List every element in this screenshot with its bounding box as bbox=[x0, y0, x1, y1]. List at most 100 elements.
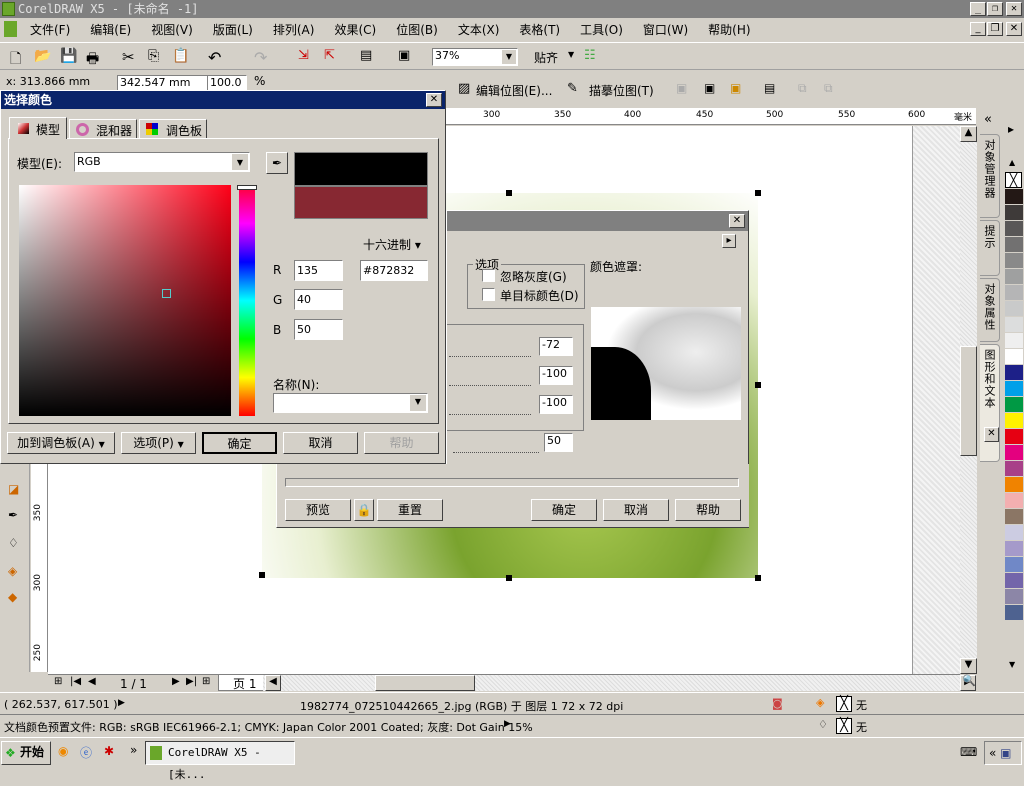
edit-bitmap-button[interactable]: 编辑位图(E)... bbox=[476, 82, 552, 99]
menu-help[interactable]: 帮助(H) bbox=[708, 21, 750, 38]
palette-swatch[interactable] bbox=[1005, 237, 1023, 253]
add-page-before-icon[interactable]: ⊞ bbox=[54, 676, 62, 687]
application-launcher-icon[interactable]: ▤ bbox=[360, 48, 378, 66]
interactive-fill-icon[interactable]: ◆ bbox=[8, 590, 17, 604]
palette-swatch[interactable] bbox=[1005, 301, 1023, 317]
g-input[interactable]: 40 bbox=[294, 289, 343, 310]
palette-swatch[interactable] bbox=[1005, 365, 1023, 381]
palette-swatch[interactable] bbox=[1005, 285, 1023, 301]
minimize-button[interactable]: _ bbox=[970, 2, 986, 16]
ignore-gray-checkbox[interactable] bbox=[482, 269, 495, 282]
palette-swatch[interactable] bbox=[1005, 221, 1023, 237]
menu-tools[interactable]: 工具(O) bbox=[580, 21, 623, 38]
tab-mixers[interactable]: 混和器 bbox=[69, 119, 137, 139]
options-icon[interactable]: ☷ bbox=[584, 48, 602, 66]
palette-menu-icon[interactable]: ▸ bbox=[1008, 122, 1014, 136]
docker-tab-graphics-and-text[interactable]: 图形和文本 bbox=[980, 344, 1000, 462]
scroll-left-button[interactable]: ◀ bbox=[265, 675, 281, 691]
hue-slider[interactable] bbox=[239, 185, 255, 416]
reset-button[interactable]: 重置 bbox=[377, 499, 443, 521]
chevron-down-icon[interactable]: ▼ bbox=[502, 50, 516, 64]
color-field[interactable] bbox=[19, 185, 231, 416]
chevron-down-icon[interactable]: ▼ bbox=[568, 50, 574, 59]
horizontal-ruler[interactable]: 300 350 400 450 500 550 600 毫米 bbox=[446, 108, 976, 125]
start-button[interactable]: ❖ 开始 bbox=[1, 741, 51, 765]
model-select[interactable]: RGB ▼ bbox=[74, 152, 250, 172]
palette-swatch[interactable] bbox=[1005, 429, 1023, 445]
tolerance-main-slider[interactable] bbox=[453, 433, 539, 453]
mask-help-button[interactable]: 帮助 bbox=[675, 499, 741, 521]
docker-tab-object-manager[interactable]: 对象管理器 bbox=[980, 134, 1000, 218]
cancel-button[interactable]: 取消 bbox=[283, 432, 358, 454]
tab-palettes[interactable]: 调色板 bbox=[139, 119, 207, 139]
r-input[interactable]: 135 bbox=[294, 260, 343, 281]
add-to-palette-button[interactable]: 加到调色板(A) ▼ bbox=[7, 432, 115, 454]
last-page-icon[interactable]: ▶| bbox=[186, 676, 197, 687]
scroll-thumb[interactable] bbox=[960, 346, 977, 456]
restore-button[interactable]: ❐ bbox=[987, 2, 1003, 16]
color-picker-marker[interactable] bbox=[162, 289, 171, 298]
no-color-swatch[interactable]: ╳ bbox=[1005, 172, 1022, 188]
no-outline-swatch[interactable]: ╳ bbox=[836, 718, 852, 734]
bitmap-color-mask-icon[interactable]: ▣ bbox=[730, 81, 741, 95]
palette-swatch[interactable] bbox=[1005, 205, 1023, 221]
selection-handle[interactable] bbox=[755, 575, 761, 581]
palette-swatch[interactable] bbox=[1005, 541, 1023, 557]
tolerance-main-input[interactable]: 50 bbox=[544, 433, 573, 452]
menu-window[interactable]: 窗口(W) bbox=[643, 21, 688, 38]
keyboard-icon[interactable]: ⌨ bbox=[960, 745, 977, 759]
doc-restore-button[interactable]: ❐ bbox=[987, 22, 1003, 36]
zoom-navigator-icon[interactable]: 🔍 bbox=[962, 674, 976, 687]
name-select[interactable]: ▼ bbox=[273, 393, 428, 413]
import-icon[interactable]: ⇲ bbox=[298, 48, 316, 66]
paste-icon[interactable]: 📋 bbox=[172, 48, 190, 66]
new-icon[interactable]: 🗋 bbox=[10, 48, 28, 67]
internet-explorer-icon[interactable]: ⓔ bbox=[80, 744, 92, 761]
trace-bitmap-button[interactable]: 描摹位图(T) bbox=[589, 82, 654, 99]
close-button[interactable]: ✕ bbox=[1006, 2, 1022, 16]
menu-layout[interactable]: 版面(L) bbox=[213, 21, 253, 38]
export-icon[interactable]: ⇱ bbox=[324, 48, 342, 66]
palette-swatch[interactable] bbox=[1005, 509, 1023, 525]
menu-edit[interactable]: 编辑(E) bbox=[90, 21, 131, 38]
tab-model[interactable]: 模型 bbox=[9, 117, 67, 139]
first-page-icon[interactable]: |◀ bbox=[70, 676, 81, 687]
cut-icon[interactable]: ✂ bbox=[122, 48, 140, 66]
menu-text[interactable]: 文本(X) bbox=[458, 21, 500, 38]
no-fill-swatch[interactable]: ╳ bbox=[836, 696, 852, 712]
docker-tab-hints[interactable]: 提示 bbox=[980, 220, 1000, 276]
palette-swatch[interactable] bbox=[1005, 333, 1023, 349]
resample-icon[interactable]: ▣ bbox=[704, 81, 715, 95]
options-button[interactable]: 选项(P) ▼ bbox=[121, 432, 196, 454]
palette-swatch[interactable] bbox=[1005, 253, 1023, 269]
palette-swatch[interactable] bbox=[1005, 413, 1023, 429]
tolerance-slider[interactable] bbox=[449, 337, 531, 357]
expand-arrow-icon[interactable]: ▶ bbox=[504, 719, 511, 729]
doc-minimize-button[interactable]: _ bbox=[970, 22, 986, 36]
palette-swatch[interactable] bbox=[1005, 573, 1023, 589]
palette-swatch[interactable] bbox=[1005, 349, 1023, 365]
taskbar-coreldraw-button[interactable]: CorelDRAW X5 - [未... bbox=[145, 741, 295, 781]
palette-swatch[interactable] bbox=[1005, 589, 1023, 605]
welcome-screen-icon[interactable]: ▣ bbox=[398, 48, 416, 66]
palette-swatch[interactable] bbox=[1005, 493, 1023, 509]
undo-icon[interactable]: ↶ bbox=[208, 48, 226, 67]
selection-handle[interactable] bbox=[755, 190, 761, 196]
network-icon[interactable]: ▣ bbox=[1000, 746, 1011, 760]
selection-handle[interactable] bbox=[259, 572, 265, 578]
menu-effects[interactable]: 效果(C) bbox=[334, 21, 376, 38]
palette-swatch[interactable] bbox=[1005, 525, 1023, 541]
palette-swatch[interactable] bbox=[1005, 445, 1023, 461]
tolerance-input[interactable]: -100 bbox=[539, 366, 573, 385]
more-icon[interactable]: » bbox=[130, 743, 137, 757]
media-player-icon[interactable]: ◉ bbox=[58, 744, 68, 758]
width-field[interactable]: 342.547 mm bbox=[117, 75, 209, 91]
palette-swatch[interactable] bbox=[1005, 317, 1023, 333]
mask-cancel-button[interactable]: 取消 bbox=[603, 499, 669, 521]
palette-swatch[interactable] bbox=[1005, 557, 1023, 573]
horizontal-scrollbar[interactable]: ◀ ▶ bbox=[263, 675, 976, 691]
palette-swatch[interactable] bbox=[1005, 269, 1023, 285]
print-icon[interactable]: 🖶 bbox=[86, 48, 104, 67]
scroll-up-button[interactable]: ▲ bbox=[960, 126, 977, 142]
smart-fill-icon[interactable]: ◪ bbox=[8, 482, 19, 496]
